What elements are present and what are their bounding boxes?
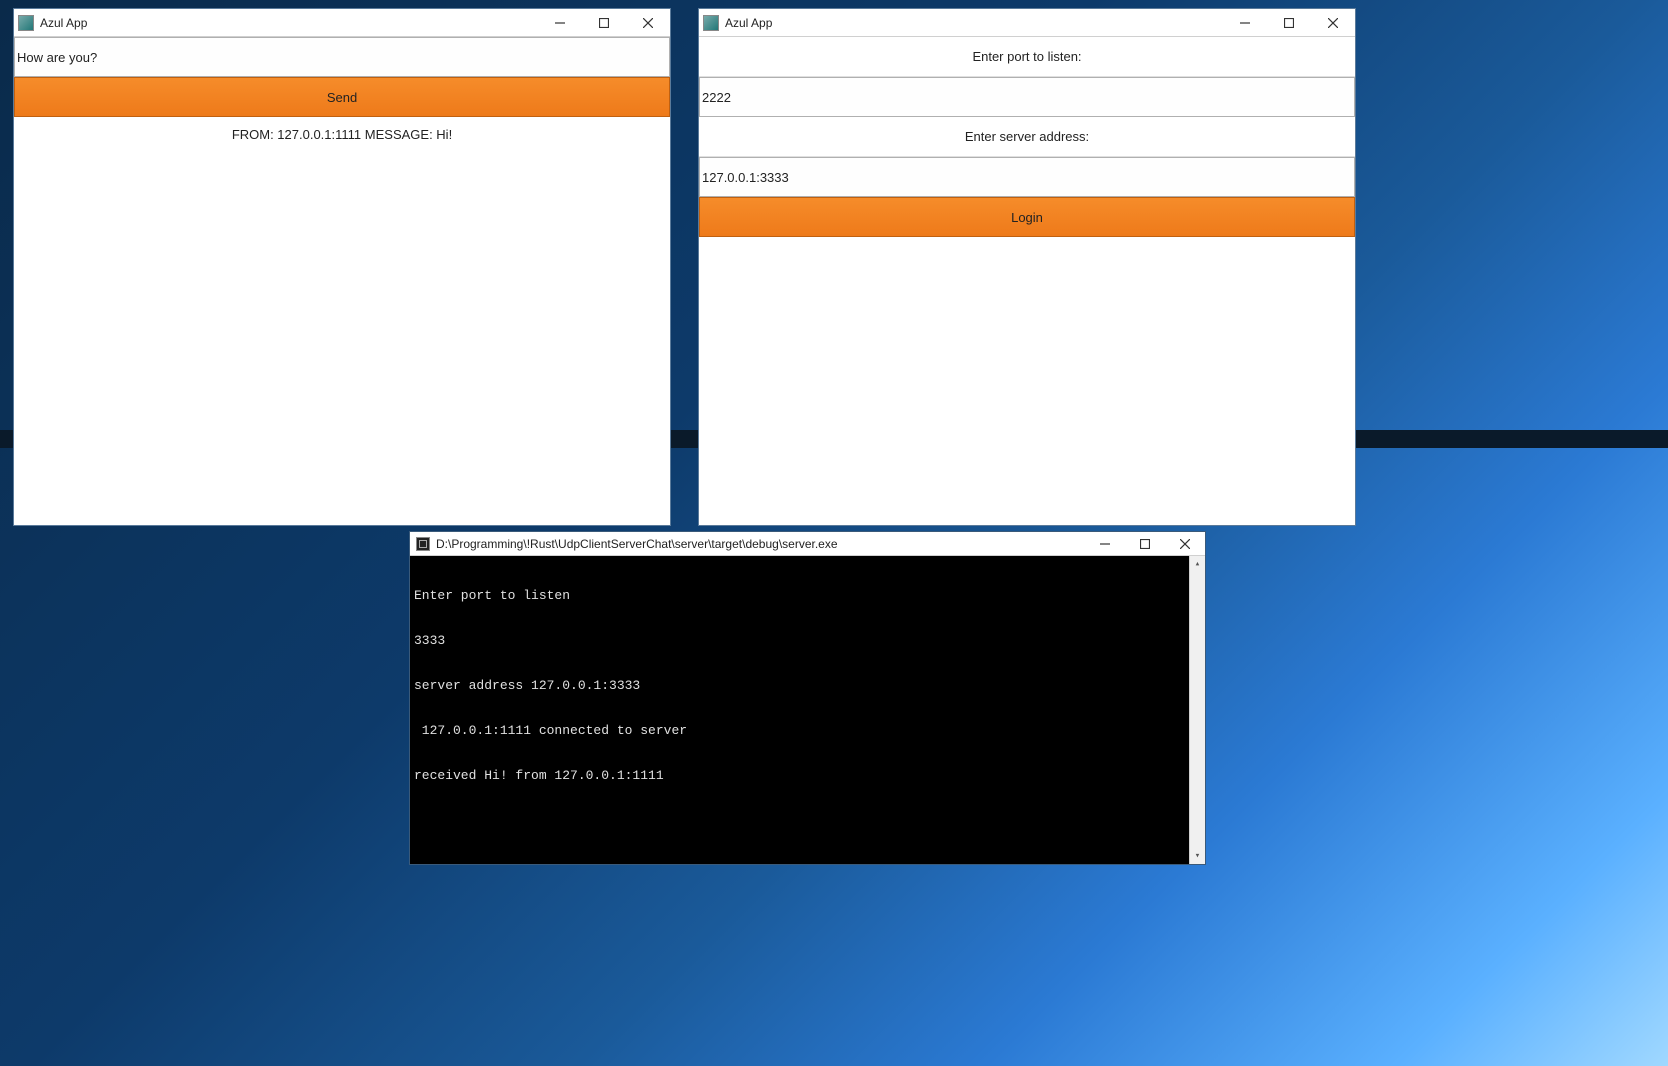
titlebar[interactable]: D:\Programming\!Rust\UdpClientServerChat…	[410, 532, 1205, 556]
close-icon	[1180, 539, 1190, 549]
minimize-button[interactable]	[1223, 9, 1267, 36]
send-button[interactable]: Send	[14, 77, 670, 117]
minimize-icon	[1100, 539, 1110, 549]
console-line: 3333	[414, 633, 1201, 648]
login-button[interactable]: Login	[699, 197, 1355, 237]
maximize-button[interactable]	[582, 9, 626, 36]
close-icon	[643, 18, 653, 28]
messages-area: FROM: 127.0.0.1:1111 MESSAGE: Hi!	[14, 117, 670, 525]
window-controls	[1085, 532, 1205, 555]
close-button[interactable]	[1311, 9, 1355, 36]
console-line: received Hi! from 127.0.0.1:1111	[414, 768, 1201, 783]
maximize-button[interactable]	[1125, 532, 1165, 555]
login-window: Azul App Enter port to listen: Enter ser…	[698, 8, 1356, 526]
chat-window: Azul App Send FROM: 127.0.0.1:1111 MESSA…	[13, 8, 671, 526]
window-title: Azul App	[40, 16, 538, 30]
app-icon	[18, 15, 34, 31]
maximize-icon	[1284, 18, 1294, 28]
minimize-button[interactable]	[1085, 532, 1125, 555]
window-controls	[1223, 9, 1355, 36]
window-title: Azul App	[725, 16, 1223, 30]
port-input[interactable]	[699, 77, 1355, 117]
server-input[interactable]	[699, 157, 1355, 197]
client-area: Send FROM: 127.0.0.1:1111 MESSAGE: Hi!	[14, 37, 670, 525]
empty-area	[699, 237, 1355, 525]
titlebar[interactable]: Azul App	[14, 9, 670, 37]
minimize-icon	[1240, 18, 1250, 28]
window-controls	[538, 9, 670, 36]
close-icon	[1328, 18, 1338, 28]
app-icon	[703, 15, 719, 31]
console-line: server address 127.0.0.1:3333	[414, 678, 1201, 693]
minimize-button[interactable]	[538, 9, 582, 36]
server-label: Enter server address:	[699, 117, 1355, 157]
close-button[interactable]	[1165, 532, 1205, 555]
message-input[interactable]	[14, 37, 670, 77]
scroll-up-icon[interactable]: ▴	[1190, 556, 1205, 572]
maximize-icon	[1140, 539, 1150, 549]
titlebar[interactable]: Azul App	[699, 9, 1355, 37]
console-line: Enter port to listen	[414, 588, 1201, 603]
minimize-icon	[555, 18, 565, 28]
scrollbar[interactable]: ▴ ▾	[1189, 556, 1205, 864]
console-output[interactable]: Enter port to listen 3333 server address…	[410, 556, 1205, 864]
maximize-icon	[599, 18, 609, 28]
port-label: Enter port to listen:	[699, 37, 1355, 77]
scroll-down-icon[interactable]: ▾	[1190, 848, 1205, 864]
close-button[interactable]	[626, 9, 670, 36]
window-title: D:\Programming\!Rust\UdpClientServerChat…	[436, 537, 1085, 551]
client-area: Enter port to listen: Enter server addre…	[699, 37, 1355, 525]
console-window: D:\Programming\!Rust\UdpClientServerChat…	[409, 531, 1206, 865]
maximize-button[interactable]	[1267, 9, 1311, 36]
console-line: 127.0.0.1:1111 connected to server	[414, 723, 1201, 738]
message-line: FROM: 127.0.0.1:1111 MESSAGE: Hi!	[18, 127, 666, 142]
console-icon	[416, 537, 430, 551]
